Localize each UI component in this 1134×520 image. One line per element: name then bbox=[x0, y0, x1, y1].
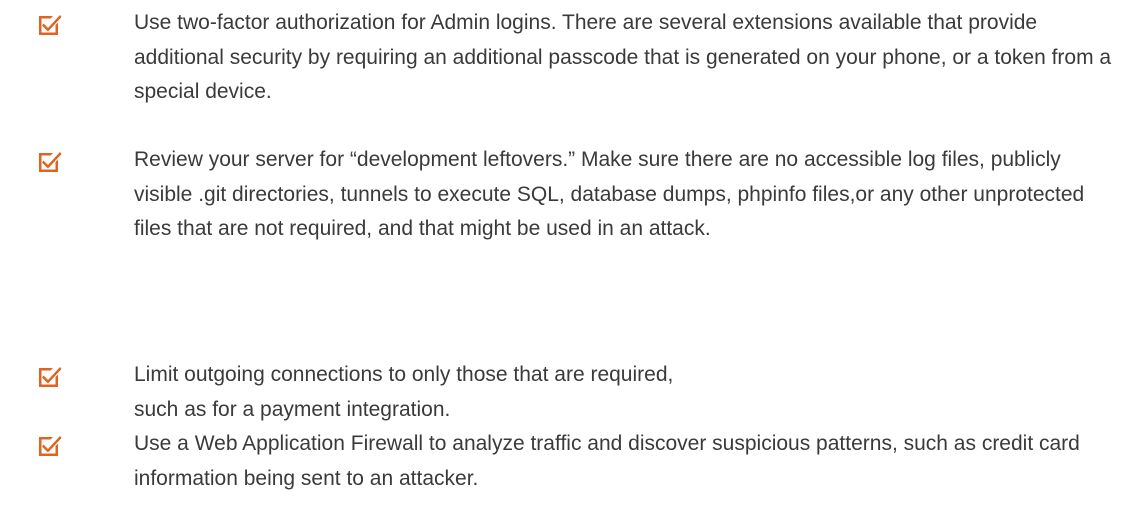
checked-box-icon bbox=[36, 12, 62, 36]
checked-box-icon bbox=[36, 364, 62, 388]
checked-box-icon bbox=[36, 433, 62, 457]
checked-box-icon bbox=[36, 149, 62, 173]
checklist-item-text: Limit outgoing connections to only those… bbox=[134, 363, 674, 421]
checklist-item-text: Use two-factor authorization for Admin l… bbox=[134, 11, 1112, 103]
checklist-item-text: Review your server for “development left… bbox=[134, 148, 1085, 240]
checklist-item-text: Use a Web Application Firewall to analyz… bbox=[134, 432, 1080, 490]
